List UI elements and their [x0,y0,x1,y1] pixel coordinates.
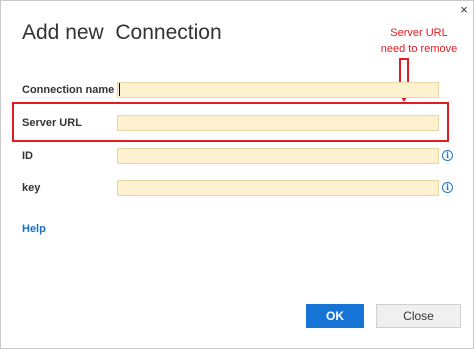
annotation-note: Server URL need to remove [369,25,469,57]
key-label: key [22,182,41,194]
dialog-title: Add new Connection [22,21,222,44]
connection-name-field[interactable] [117,82,439,98]
text-caret [119,83,120,96]
help-link[interactable]: Help [22,223,46,235]
id-field[interactable] [117,148,439,164]
add-connection-dialog: × Add new Connection Server URL need to … [0,0,474,349]
close-button[interactable]: Close [376,304,461,328]
close-icon[interactable]: × [457,3,471,17]
connection-name-label: Connection name [22,84,115,96]
id-label: ID [22,150,33,162]
id-info-icon[interactable]: i [442,150,453,161]
annotation-line-1: Server URL [390,27,448,39]
annotation-line-2: need to remove [380,43,458,55]
ok-button[interactable]: OK [306,304,364,328]
server-url-field[interactable] [117,115,439,131]
key-field[interactable] [117,180,439,196]
key-info-icon[interactable]: i [442,182,453,193]
server-url-label: Server URL [22,117,82,129]
